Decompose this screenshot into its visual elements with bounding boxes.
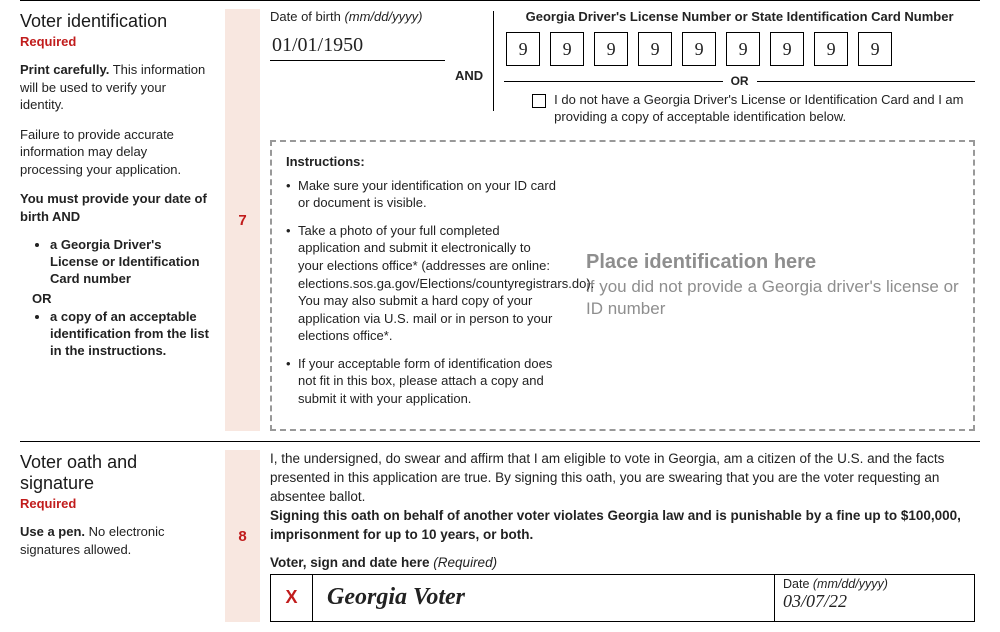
id-number-block: Georgia Driver's License Number or State… — [504, 9, 975, 126]
signature-date-block: Date (mm/dd/yyyy) 03/07/22 — [774, 575, 974, 621]
section8-content: I, the undersigned, do swear and affirm … — [270, 450, 980, 621]
id-digit-row: 9 9 9 9 9 9 9 9 9 — [504, 32, 975, 66]
dob-hint: (mm/dd/yyyy) — [344, 9, 422, 24]
section8-number: 8 — [225, 450, 260, 621]
id-digit-2[interactable]: 9 — [550, 32, 584, 66]
instruction-1: Make sure your identification on your ID… — [286, 177, 556, 212]
sign-required-hint: (Required) — [433, 555, 497, 570]
id-digit-8[interactable]: 9 — [814, 32, 848, 66]
signature-field[interactable]: Georgia Voter — [313, 575, 774, 621]
section7-bullet2: a copy of an acceptable identification f… — [50, 309, 210, 360]
id-digit-6[interactable]: 9 — [726, 32, 760, 66]
section7-list: a Georgia Driver's License or Identifica… — [50, 237, 210, 288]
instructions-left: Instructions: Make sure your identificat… — [286, 154, 556, 418]
placeholder-sub: if you did not provide a Georgia driver'… — [586, 276, 959, 320]
section7-number: 7 — [225, 9, 260, 431]
section8-title: Voter oath and signature — [20, 452, 210, 494]
or-separator: OR — [504, 74, 975, 88]
section7-title: Voter identification — [20, 11, 210, 32]
no-id-checkbox[interactable] — [532, 94, 546, 108]
date-hint: (mm/dd/yyyy) — [813, 577, 888, 591]
oath-text1: I, the undersigned, do swear and affirm … — [270, 451, 944, 504]
id-heading: Georgia Driver's License Number or State… — [504, 9, 975, 24]
oath-body: I, the undersigned, do swear and affirm … — [270, 450, 975, 544]
instruction-2: Take a photo of your full completed appl… — [286, 222, 556, 345]
section-voter-oath: Voter oath and signature Required Use a … — [20, 441, 980, 631]
section8-sidebar: Voter oath and signature Required Use a … — [20, 450, 225, 621]
section-voter-identification: Voter identification Required Print care… — [20, 0, 980, 441]
id-digit-5[interactable]: 9 — [682, 32, 716, 66]
dob-label: Date of birth (mm/dd/yyyy) — [270, 9, 445, 24]
instructions-box: Instructions: Make sure your identificat… — [270, 140, 975, 432]
no-id-text: I do not have a Georgia Driver's License… — [554, 92, 975, 126]
section7-content: Date of birth (mm/dd/yyyy) 01/01/1950 AN… — [270, 9, 980, 431]
instructions-list: Make sure your identification on your ID… — [286, 177, 556, 408]
id-digit-3[interactable]: 9 — [594, 32, 628, 66]
id-digit-4[interactable]: 9 — [638, 32, 672, 66]
or-rule-left — [504, 81, 722, 82]
signature-date-field[interactable]: 03/07/22 — [783, 591, 966, 612]
section7-p3: You must provide your date of birth AND — [20, 190, 210, 225]
use-pen-label: Use a pen. — [20, 524, 85, 539]
sign-label-text: Voter, sign and date here — [270, 555, 433, 570]
signature-x-mark: X — [271, 575, 313, 621]
date-label-text: Date — [783, 577, 813, 591]
id-digit-9[interactable]: 9 — [858, 32, 892, 66]
dob-label-text: Date of birth — [270, 9, 344, 24]
instructions-title: Instructions: — [286, 154, 556, 169]
section7-bullet1: a Georgia Driver's License or Identifica… — [50, 237, 210, 288]
or-text: OR — [731, 74, 749, 88]
oath-text2: Signing this oath on behalf of another v… — [270, 508, 961, 542]
dob-input[interactable]: 01/01/1950 — [270, 29, 445, 61]
print-carefully-label: Print carefully. — [20, 62, 109, 77]
no-id-row: I do not have a Georgia Driver's License… — [504, 92, 975, 126]
or-rule-right — [757, 81, 975, 82]
id-digit-7[interactable]: 9 — [770, 32, 804, 66]
section8-sidetext: Use a pen. No electronic signatures allo… — [20, 523, 210, 558]
section7-p2: Failure to provide accurate information … — [20, 126, 210, 179]
section7-or: OR — [32, 291, 210, 306]
section7-sidebar: Voter identification Required Print care… — [20, 9, 225, 431]
section8-required: Required — [20, 496, 210, 511]
and-label: AND — [455, 52, 483, 83]
instruction-3: If your acceptable form of identificatio… — [286, 355, 556, 408]
signature-date-label: Date (mm/dd/yyyy) — [783, 577, 966, 591]
section7-p1: Print carefully. This information will b… — [20, 61, 210, 114]
id-top-row: Date of birth (mm/dd/yyyy) 01/01/1950 AN… — [270, 9, 975, 126]
section7-list2: a copy of an acceptable identification f… — [50, 309, 210, 360]
vertical-separator — [493, 11, 494, 111]
dob-block: Date of birth (mm/dd/yyyy) 01/01/1950 — [270, 9, 445, 61]
section7-required: Required — [20, 34, 210, 49]
identification-placeholder[interactable]: Place identification here if you did not… — [586, 154, 959, 418]
id-digit-1[interactable]: 9 — [506, 32, 540, 66]
sign-label: Voter, sign and date here (Required) — [270, 555, 975, 570]
placeholder-title: Place identification here — [586, 251, 816, 274]
